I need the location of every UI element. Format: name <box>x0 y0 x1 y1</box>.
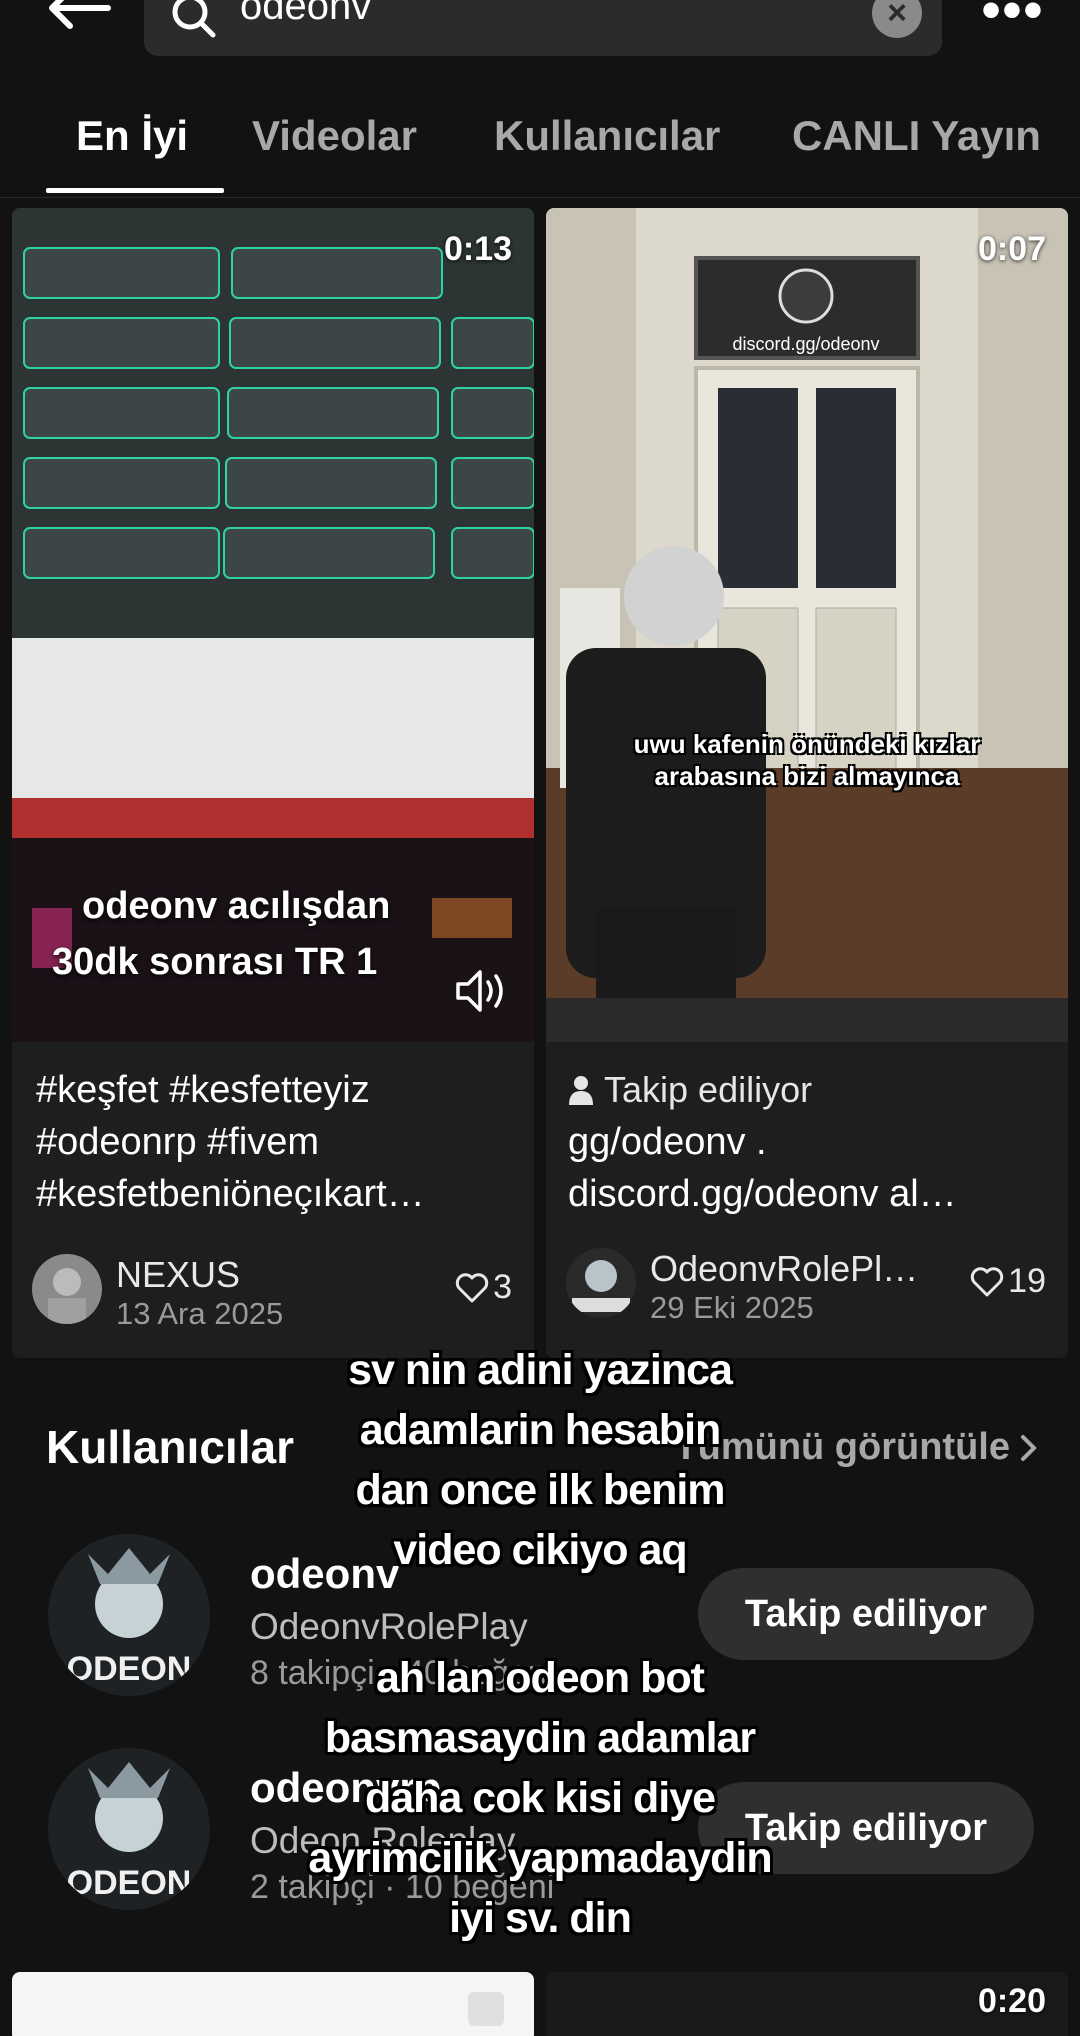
overlay-comment-line: iyi sv. din <box>449 1894 632 1942</box>
chevron-right-icon <box>1021 1434 1037 1461</box>
door-sign-text: discord.gg/odeonv <box>732 334 880 354</box>
overlay-line: odeonv acılışdan <box>82 885 391 927</box>
top-bar: odeonv × ••• <box>0 0 1080 70</box>
tab-live[interactable]: CANLI Yayın <box>792 112 1041 160</box>
video-card[interactable]: 0:20 <box>546 1972 1068 2036</box>
author-row[interactable]: OdeonvRolePl… 29 Eki 2025 19 <box>566 1248 1046 1338</box>
tab-users[interactable]: Kullanıcılar <box>494 112 720 160</box>
thumbnail-control <box>468 1992 504 2026</box>
following-button[interactable]: Takip ediliyor <box>698 1568 1034 1660</box>
search-input[interactable]: odeonv × <box>144 0 942 56</box>
like-count[interactable]: 19 <box>970 1262 1046 1301</box>
tab-top[interactable]: En İyi <box>76 112 188 160</box>
tab-videos[interactable]: Videolar <box>252 112 417 160</box>
heart-icon <box>971 1266 1004 1296</box>
author-row[interactable]: NEXUS 13 Ara 2025 3 <box>32 1254 512 1344</box>
like-count-value: 3 <box>493 1268 512 1306</box>
author-name[interactable]: OdeonvRolePl… <box>650 1248 918 1290</box>
video-thumbnail[interactable]: 0:07 discord.gg/odeonv uwu kafenin önünd… <box>546 208 1068 1042</box>
overlay-comment-line: video cikiyo aq <box>393 1526 687 1574</box>
avatar[interactable] <box>32 1254 102 1324</box>
overlay-comment-line: basmasaydin adamlar <box>324 1714 756 1762</box>
arrow-left-icon <box>49 0 111 29</box>
person-icon <box>569 1076 593 1105</box>
following-tag: Takip ediliyor <box>568 1064 1048 1116</box>
video-duration: 0:13 <box>443 230 512 268</box>
video-caption[interactable]: #keşfet #kesfetteyiz #odeonrp #fivem #ke… <box>36 1064 516 1220</box>
like-count[interactable]: 3 <box>455 1268 512 1307</box>
like-count-value: 19 <box>1008 1262 1046 1300</box>
video-card[interactable]: 0:13 odeonv acılışdan 30dk sonrası TR 1 … <box>12 208 534 1358</box>
speaker-icon[interactable] <box>454 966 508 1016</box>
overlay-comment-line: adamlarin hesabin <box>359 1406 722 1454</box>
author-name[interactable]: NEXUS <box>116 1254 240 1296</box>
caption-line: discord.gg/odeonv al… <box>568 1173 957 1215</box>
user-display-name: OdeonvRolePlay <box>250 1606 528 1647</box>
heart-icon <box>455 1272 489 1302</box>
overlay-comment-line: ayrimcilik yapmadaydin <box>308 1834 772 1882</box>
video-thumbnail[interactable]: 0:13 odeonv acılışdan 30dk sonrası TR 1 <box>12 208 534 1042</box>
more-options-button[interactable]: ••• <box>968 0 1058 37</box>
caption-line: #keşfet #kesfetteyiz <box>36 1069 370 1111</box>
video-duration: 0:20 <box>977 1982 1046 2020</box>
following-tag-label: Takip ediliyor <box>604 1069 813 1110</box>
subtitle-line: uwu kafenin önündeki kızlar <box>633 729 981 759</box>
video-duration: 0:07 <box>977 230 1046 268</box>
video-caption[interactable]: Takip ediliyor gg/odeonv . discord.gg/od… <box>568 1064 1048 1220</box>
avatar[interactable] <box>566 1248 636 1318</box>
back-button[interactable] <box>48 0 118 40</box>
overlay-line: 30dk sonrası TR 1 <box>52 941 378 983</box>
overlay-comment-line: ah lan odeon bot <box>376 1654 705 1702</box>
post-date: 13 Ara 2025 <box>116 1296 284 1331</box>
clear-search-button[interactable]: × <box>872 0 922 38</box>
caption-line: #kesfetbeniöneçıkart… <box>36 1173 425 1215</box>
caption-line: #odeonrp #fivem <box>36 1121 320 1163</box>
overlay-comment-line: daha cok kisi diye <box>364 1774 716 1822</box>
search-query: odeonv <box>240 0 372 28</box>
overlay-comment-block: ah lan odeon bot basmasaydin adamlar dah… <box>160 1648 920 1948</box>
video-subtitle: uwu kafenin önündeki kızlar arabasına bi… <box>546 728 1068 792</box>
caption-line: gg/odeonv . <box>568 1121 767 1163</box>
video-overlay-text: odeonv acılışdan 30dk sonrası TR 1 <box>52 878 472 990</box>
active-tab-indicator <box>46 188 224 193</box>
overlay-comment-line: sv nin adini yazinca <box>348 1346 733 1394</box>
search-icon <box>172 0 216 38</box>
video-card[interactable]: 0:07 discord.gg/odeonv uwu kafenin önünd… <box>546 208 1068 1358</box>
search-tabs: En İyi Videolar Kullanıcılar CANLI Yayın <box>0 100 1080 198</box>
subtitle-line: arabasına bizi almayınca <box>654 761 960 791</box>
video-card[interactable] <box>12 1972 534 2036</box>
overlay-comment-block: sv nin adini yazinca adamlarin hesabin d… <box>160 1340 920 1580</box>
overlay-comment-line: dan once ilk benim <box>355 1466 725 1514</box>
post-date: 29 Eki 2025 <box>650 1290 814 1325</box>
